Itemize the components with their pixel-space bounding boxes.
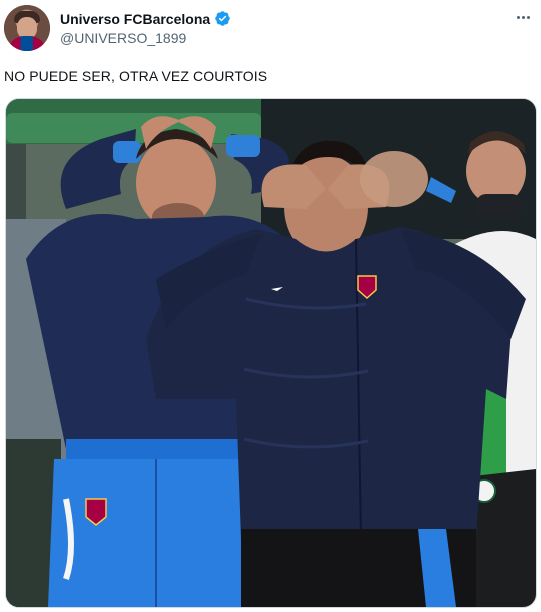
tweet-card: Universo FCBarcelona @UNIVERSO_1899 NO P… <box>0 0 541 612</box>
tweet-photo[interactable] <box>5 98 537 608</box>
author-name-row[interactable]: Universo FCBarcelona <box>60 10 231 27</box>
more-options-icon[interactable] <box>513 10 533 24</box>
author-display-name[interactable]: Universo FCBarcelona <box>60 11 210 27</box>
tweet-text: NO PUEDE SER, OTRA VEZ COURTOIS <box>4 68 268 84</box>
photo-icon <box>6 99 536 607</box>
verified-badge-icon <box>214 10 231 27</box>
avatar[interactable] <box>4 5 50 51</box>
author-handle[interactable]: @UNIVERSO_1899 <box>60 30 186 46</box>
